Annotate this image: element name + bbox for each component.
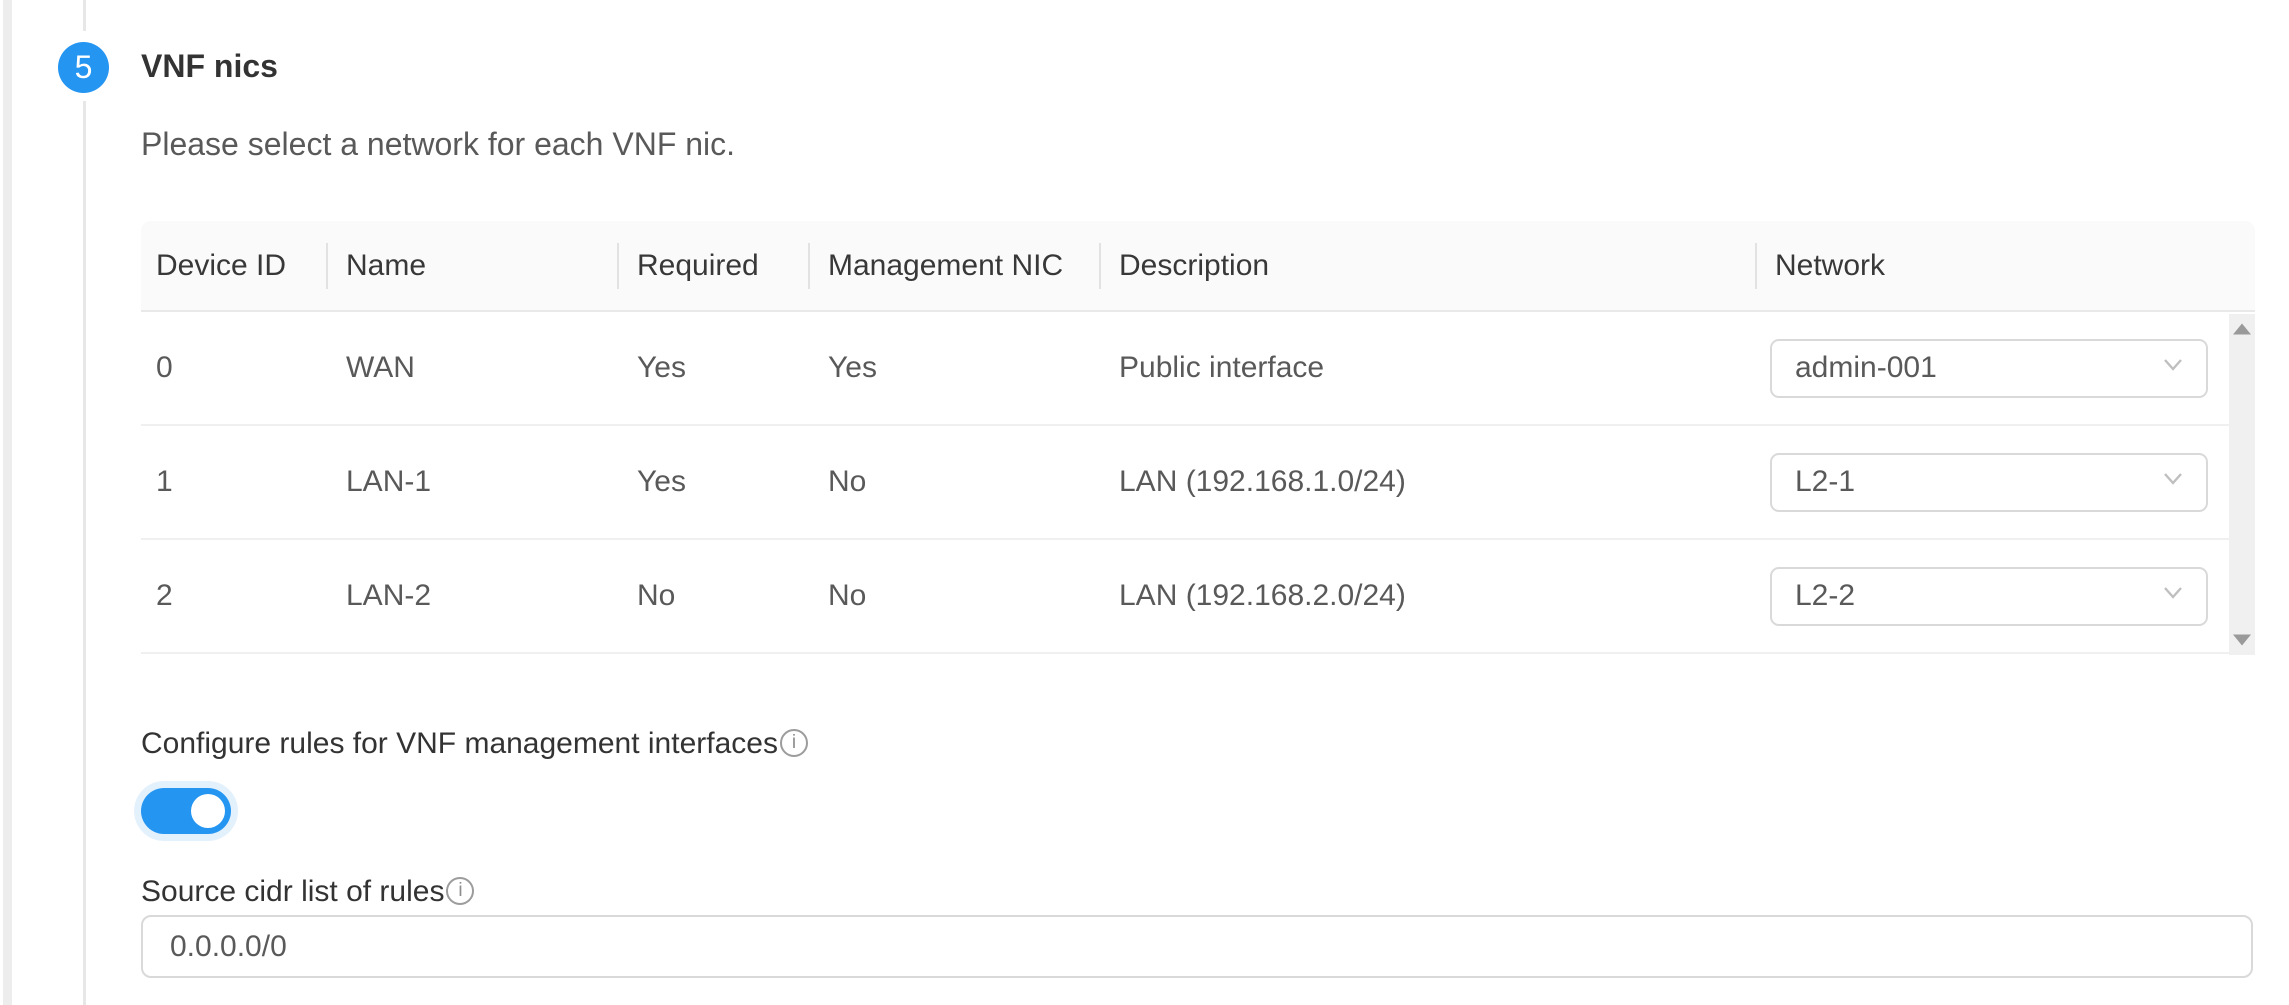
cell-device-id: 1 <box>141 465 328 499</box>
chevron-down-icon <box>2160 579 2186 613</box>
cell-name: LAN-1 <box>328 465 619 499</box>
column-header-name: Name <box>328 249 619 283</box>
info-icon-glyph: i <box>458 881 462 900</box>
network-select-value: L2-2 <box>1795 579 1855 613</box>
toggle-knob <box>191 794 225 828</box>
network-select-row-0[interactable]: admin-001 <box>1770 339 2208 398</box>
table-row: 2 LAN-2 No No LAN (192.168.2.0/24) L2-2 <box>141 540 2255 654</box>
network-select-value: L2-1 <box>1795 465 1855 499</box>
vnf-nics-step-panel: 5 VNF nics Please select a network for e… <box>0 0 2289 1005</box>
info-icon-glyph: i <box>792 733 796 752</box>
cell-name: WAN <box>328 351 619 385</box>
column-header-description: Description <box>1101 249 1757 283</box>
left-panel-edge <box>3 0 12 1005</box>
info-icon[interactable]: i <box>780 729 808 757</box>
step-number-badge: 5 <box>58 42 109 93</box>
cell-required: Yes <box>619 351 810 385</box>
source-cidr-label: Source cidr list of rules i <box>141 875 474 909</box>
network-select-row-1[interactable]: L2-1 <box>1770 453 2208 512</box>
source-cidr-label-text: Source cidr list of rules <box>141 875 444 908</box>
management-rules-toggle[interactable] <box>141 788 231 834</box>
column-header-management-nic: Management NIC <box>810 249 1101 283</box>
scrollbar-up-button[interactable] <box>2229 314 2255 344</box>
cell-management-nic: Yes <box>810 351 1101 385</box>
triangle-down-icon <box>2233 635 2251 646</box>
column-header-device-id: Device ID <box>141 249 328 283</box>
table-scrollbar[interactable] <box>2229 314 2255 655</box>
management-rules-label-text: Configure rules for VNF management inter… <box>141 727 778 760</box>
network-select-row-2[interactable]: L2-2 <box>1770 567 2208 626</box>
table-row: 1 LAN-1 Yes No LAN (192.168.1.0/24) L2-1 <box>141 426 2255 540</box>
source-cidr-input[interactable] <box>141 915 2253 978</box>
cell-name: LAN-2 <box>328 579 619 613</box>
network-select-value: admin-001 <box>1795 351 1937 385</box>
step-number: 5 <box>75 49 93 86</box>
cell-device-id: 2 <box>141 579 328 613</box>
cell-required: No <box>619 579 810 613</box>
table-header-row: Device ID Name Required Management NIC D… <box>141 221 2255 312</box>
cell-management-nic: No <box>810 465 1101 499</box>
management-rules-label: Configure rules for VNF management inter… <box>141 727 808 761</box>
info-icon[interactable]: i <box>446 877 474 905</box>
triangle-up-icon <box>2233 324 2251 335</box>
cell-management-nic: No <box>810 579 1101 613</box>
cell-description: LAN (192.168.1.0/24) <box>1101 465 1757 499</box>
cell-device-id: 0 <box>141 351 328 385</box>
cell-description: LAN (192.168.2.0/24) <box>1101 579 1757 613</box>
column-header-required: Required <box>619 249 810 283</box>
step-content: VNF nics Please select a network for eac… <box>141 0 2255 1005</box>
step-connector-line-bottom <box>83 101 86 1005</box>
cell-required: Yes <box>619 465 810 499</box>
vnf-nics-table: Device ID Name Required Management NIC D… <box>141 221 2255 655</box>
cell-description: Public interface <box>1101 351 1757 385</box>
step-connector-line-top <box>83 0 86 31</box>
column-header-network: Network <box>1757 249 2255 283</box>
chevron-down-icon <box>2160 351 2186 385</box>
step-description: Please select a network for each VNF nic… <box>141 126 735 163</box>
table-row: 0 WAN Yes Yes Public interface admin-001 <box>141 312 2255 426</box>
scrollbar-down-button[interactable] <box>2229 625 2255 655</box>
step-title: VNF nics <box>141 48 278 85</box>
chevron-down-icon <box>2160 465 2186 499</box>
